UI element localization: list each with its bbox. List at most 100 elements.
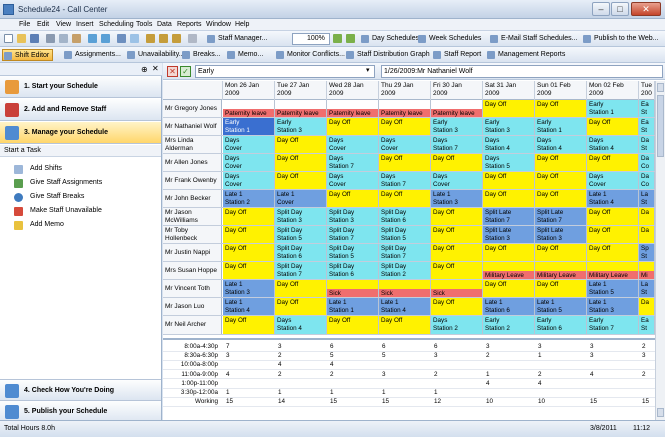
menu-file[interactable]: File (16, 19, 33, 31)
redo-icon[interactable] (101, 34, 110, 43)
shift-cell[interactable]: Day Off (327, 316, 379, 334)
staff-manager-button[interactable]: Staff Manager... (206, 33, 267, 45)
day-column-header[interactable]: Sun 01 Feb 2009 (535, 81, 587, 100)
shift-cell[interactable]: Paternity leave (275, 100, 327, 117)
shift-cell[interactable]: Split Day Station 5 (327, 244, 379, 261)
shift-cell[interactable]: Day Off (223, 226, 275, 243)
shift-cell[interactable]: Late 1 Station 4 (379, 298, 431, 315)
publish-web-button[interactable]: Publish to the Web... (582, 33, 658, 45)
task-give-breaks[interactable]: Give Staff Breaks (14, 191, 84, 203)
shift-cell[interactable]: Days Station 4 (535, 136, 587, 153)
cut-icon[interactable] (46, 34, 55, 43)
menu-edit[interactable]: Edit (34, 19, 52, 31)
memo-button[interactable]: Memo... (226, 49, 263, 61)
shift-cell[interactable]: Days Cover (379, 136, 431, 153)
management-reports-button[interactable]: Management Reports (486, 49, 565, 61)
shift-cell[interactable]: Days Station 4 (483, 136, 535, 153)
shift-cell[interactable]: Military Leave (483, 262, 535, 279)
shift-cell[interactable]: Day Off (327, 190, 379, 207)
menu-help[interactable]: Help (232, 19, 252, 31)
shift-cell[interactable]: Day Off (483, 244, 535, 261)
minimize-button[interactable]: ‒ (592, 2, 610, 16)
shift-cell[interactable]: Mi (639, 262, 655, 279)
menu-view[interactable]: View (53, 19, 74, 31)
accept-edit-icon[interactable]: ✓ (180, 66, 191, 77)
step-check-progress[interactable]: 4. Check How You're Doing (0, 379, 161, 401)
cancel-edit-icon[interactable]: ✕ (167, 66, 178, 77)
save-icon[interactable] (30, 34, 39, 43)
shift-cell[interactable]: Paternity leave (379, 100, 431, 117)
shift-cell[interactable]: Late 1 Cover (275, 190, 327, 207)
shift-cell[interactable]: Day Off (379, 154, 431, 171)
shift-cell[interactable]: Early Station 1 (223, 118, 275, 135)
shift-cell[interactable]: Day Off (275, 298, 327, 315)
undo-icon[interactable] (88, 34, 97, 43)
shift-cell[interactable]: Day Off (379, 118, 431, 135)
search-icon[interactable] (188, 34, 197, 43)
shift-cell[interactable]: La St (639, 190, 655, 207)
shift-cell[interactable]: Sp St (639, 244, 655, 261)
staff-remove-icon[interactable] (172, 34, 181, 43)
shift-cell[interactable]: Day Off (535, 154, 587, 171)
shift-cell[interactable]: Sick (431, 280, 483, 297)
shift-cell[interactable]: Late 1 Station 6 (483, 298, 535, 315)
staff-name[interactable]: Mr Toby Hollenbeck (163, 226, 222, 243)
day-column-header[interactable]: Wed 28 Jan 2009 (327, 81, 379, 100)
shift-cell[interactable]: La St (639, 280, 655, 297)
staff-name[interactable]: Mr Allen Jones (163, 154, 222, 171)
day-column-header[interactable]: Mon 26 Jan 2009 (223, 81, 275, 100)
shift-cell[interactable]: Days Cover (587, 172, 639, 189)
shift-cell[interactable]: Early Station 7 (587, 316, 639, 334)
shift-cell[interactable]: Da Co (639, 172, 655, 189)
assignments-button[interactable]: Assignments... (63, 49, 121, 61)
shift-cell[interactable]: Split Day Station 7 (379, 244, 431, 261)
shift-cell[interactable]: Split Day Station 3 (275, 208, 327, 225)
shift-cell[interactable]: Split Day Station 6 (379, 208, 431, 225)
shift-cell[interactable]: Days Cover (223, 136, 275, 153)
staff-name[interactable]: Mr Justin Nappi (163, 244, 222, 261)
shift-cell[interactable]: Day Off (587, 208, 639, 225)
shift-cell[interactable]: Day Off (431, 226, 483, 243)
shift-cell[interactable]: Late 1 Station 2 (223, 190, 275, 207)
shift-cell[interactable]: Split Day Station 3 (327, 208, 379, 225)
shift-cell[interactable]: Day Off (535, 280, 587, 297)
menu-tools[interactable]: Tools (133, 19, 155, 31)
shift-cell[interactable]: Early Station 3 (275, 118, 327, 135)
shift-cell[interactable]: Split Late Station 3 (483, 226, 535, 243)
shift-cell[interactable]: Split Day Station 7 (327, 226, 379, 243)
shift-cell[interactable]: Ea St (639, 100, 655, 117)
shift-cell[interactable]: Day Off (587, 118, 639, 135)
shift-value-input[interactable]: Early (195, 65, 375, 78)
menu-data[interactable]: Data (154, 19, 175, 31)
shift-cell[interactable]: Day Off (379, 190, 431, 207)
close-pane-icon[interactable]: ✕ (152, 64, 159, 73)
shift-cell[interactable]: Day Off (275, 154, 327, 171)
shift-cell[interactable]: Days Cover (223, 172, 275, 189)
task-give-assignments[interactable]: Give Staff Assignments (14, 177, 102, 189)
shift-cell[interactable]: Early Station 2 (483, 316, 535, 334)
shift-cell[interactable]: Late 1 Station 1 (327, 298, 379, 315)
shift-cell[interactable]: Day Off (327, 118, 379, 135)
shift-cell[interactable]: Da (639, 226, 655, 243)
shift-cell[interactable]: Day Off (431, 154, 483, 171)
shift-cell[interactable]: Late 1 Station 5 (587, 280, 639, 297)
shift-editor-button[interactable]: Shift Editor (2, 49, 54, 61)
menu-reports[interactable]: Reports (174, 19, 205, 31)
day-column-header[interactable]: Thu 29 Jan 2009 (379, 81, 431, 100)
shift-cell[interactable]: Paternity leave (431, 100, 483, 117)
staff-name[interactable]: Mr Neil Archer (163, 316, 222, 334)
shift-cell[interactable]: Ea St (639, 118, 655, 135)
staff-name[interactable]: Mr Jason McWilliams (163, 208, 222, 225)
shift-cell[interactable]: Late 1 Station 4 (587, 190, 639, 207)
shift-cell[interactable]: Day Off (587, 154, 639, 171)
shift-cell[interactable]: Split Day Station 5 (275, 226, 327, 243)
close-button[interactable]: ✕ (631, 2, 661, 16)
staff-name[interactable]: Mr John Becker (163, 190, 222, 207)
shift-cell[interactable]: Day Off (379, 316, 431, 334)
staff-name[interactable]: Mr Frank Owenby (163, 172, 222, 189)
staff-name[interactable]: Mrs Susan Hoppe (163, 262, 222, 279)
shift-cell[interactable]: Military Leave (535, 262, 587, 279)
task-make-unavailable[interactable]: Make Staff Unavailable (14, 205, 102, 217)
day-column-header[interactable]: Tue 27 Jan 2009 (275, 81, 327, 100)
staff-name[interactable]: Mr Vincent Toth (163, 280, 222, 297)
